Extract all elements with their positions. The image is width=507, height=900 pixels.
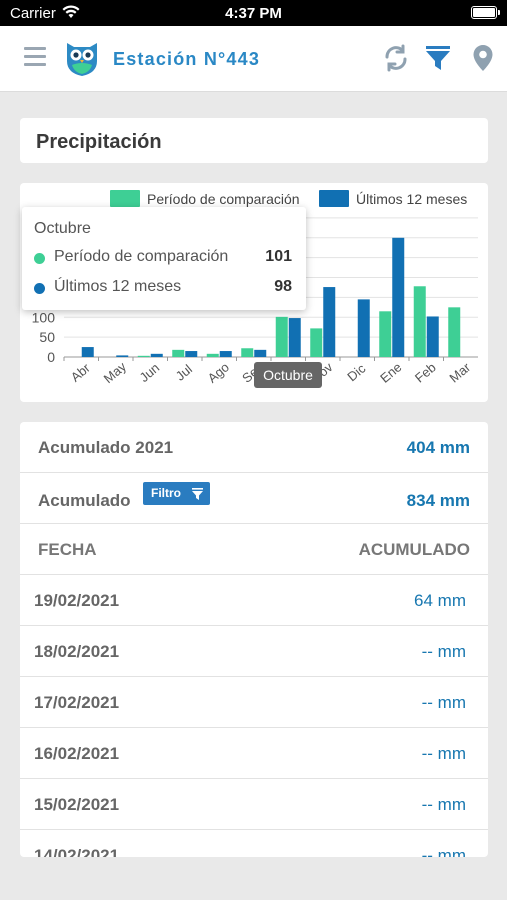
x-tick-label: May bbox=[101, 359, 130, 387]
column-header-value: ACUMULADO bbox=[358, 540, 470, 559]
table-row[interactable]: 17/02/2021 -- mm bbox=[20, 677, 488, 728]
bar-comparison bbox=[310, 328, 323, 357]
acumulado-label: Acumulado bbox=[38, 491, 131, 510]
status-bar: Carrier 4:37 PM bbox=[0, 0, 507, 26]
section-title: Precipitación bbox=[36, 131, 162, 153]
acumulado-value: 834 mm bbox=[406, 491, 470, 510]
bar-last12 bbox=[426, 316, 439, 357]
bar-last12 bbox=[254, 349, 267, 357]
tooltip-label: Últimos 12 meses bbox=[54, 278, 182, 295]
legend-swatch-comparison bbox=[110, 190, 140, 207]
clock: 4:37 PM bbox=[225, 5, 282, 22]
row-date: 17/02/2021 bbox=[34, 693, 120, 712]
row-date: 14/02/2021 bbox=[34, 846, 120, 857]
bar-last12 bbox=[150, 353, 163, 357]
row-value: -- mm bbox=[421, 642, 466, 661]
filter-badge-label: Filtro bbox=[151, 486, 181, 500]
bar-last12 bbox=[323, 287, 336, 357]
tooltip-title: Octubre bbox=[34, 220, 91, 237]
station-title: Estación N°443 bbox=[113, 49, 261, 69]
tooltip-label: Período de comparación bbox=[54, 248, 229, 265]
x-tick-label: Ago bbox=[205, 359, 232, 385]
x-tick-label: Ene bbox=[377, 359, 404, 385]
row-date: 19/02/2021 bbox=[34, 591, 120, 610]
bar-comparison bbox=[172, 349, 185, 357]
x-tick-label: Feb bbox=[412, 360, 439, 386]
row-value: -- mm bbox=[421, 693, 466, 712]
comparison-dot-icon bbox=[34, 253, 45, 264]
bar-comparison bbox=[275, 316, 288, 357]
bar-last12 bbox=[392, 237, 405, 357]
row-value: -- mm bbox=[421, 744, 466, 763]
table-header: FECHA ACUMULADO bbox=[20, 524, 488, 575]
filter-icon[interactable] bbox=[426, 44, 450, 77]
battery-icon bbox=[471, 6, 500, 19]
acumulado-year-value: 404 mm bbox=[406, 438, 470, 457]
table-row[interactable]: 14/02/2021 -- mm bbox=[20, 830, 488, 857]
y-tick-label: 100 bbox=[32, 309, 56, 325]
column-header-date: FECHA bbox=[38, 540, 97, 559]
axis-tooltip: Octubre bbox=[254, 362, 322, 388]
bar-last12 bbox=[116, 355, 129, 357]
row-value: 64 mm bbox=[414, 591, 466, 610]
bar-last12 bbox=[288, 318, 301, 357]
y-tick-label: 0 bbox=[47, 349, 55, 365]
bar-last12 bbox=[357, 299, 370, 357]
table-row[interactable]: 15/02/2021 -- mm bbox=[20, 779, 488, 830]
app-header: Estación N°443 bbox=[0, 26, 507, 92]
refresh-icon[interactable] bbox=[382, 44, 410, 77]
legend-label: Últimos 12 meses bbox=[356, 191, 467, 207]
tooltip-row-comparison: Período de comparación 101 bbox=[34, 248, 292, 270]
tooltip-row-last12: Últimos 12 meses 98 bbox=[34, 278, 292, 300]
x-tick-label: Jun bbox=[137, 360, 163, 385]
last12-dot-icon bbox=[34, 283, 45, 294]
row-date: 16/02/2021 bbox=[34, 744, 120, 763]
bar-comparison bbox=[448, 307, 461, 357]
table-row[interactable]: 19/02/2021 64 mm bbox=[20, 575, 488, 626]
x-tick-label: Dic bbox=[344, 360, 368, 384]
row-date: 15/02/2021 bbox=[34, 795, 120, 814]
row-value: -- mm bbox=[421, 795, 466, 814]
bar-comparison bbox=[241, 348, 254, 357]
bar-last12 bbox=[81, 347, 94, 357]
row-value: -- mm bbox=[421, 846, 466, 857]
bar-comparison bbox=[413, 286, 426, 357]
table-row[interactable]: 16/02/2021 -- mm bbox=[20, 728, 488, 779]
bar-comparison bbox=[206, 353, 219, 357]
acumulado-year-label: Acumulado 2021 bbox=[38, 438, 174, 457]
x-tick-label: Mar bbox=[446, 359, 473, 385]
bar-last12 bbox=[219, 351, 232, 357]
section-title-card: Precipitación bbox=[20, 118, 488, 163]
legend-label: Período de comparación bbox=[147, 191, 300, 207]
x-tick-label: Abr bbox=[68, 360, 94, 385]
accumulated-table: Acumulado 2021 404 mm Acumulado 834 mm F… bbox=[20, 422, 488, 857]
location-pin-icon[interactable] bbox=[472, 44, 494, 77]
legend-swatch-last12 bbox=[319, 190, 349, 207]
table-row[interactable]: 18/02/2021 -- mm bbox=[20, 626, 488, 677]
menu-icon[interactable] bbox=[24, 47, 46, 69]
y-tick-label: 50 bbox=[39, 329, 55, 345]
x-tick-label: Jul bbox=[173, 361, 195, 383]
chart-tooltip: Octubre Período de comparación 101 Últim… bbox=[22, 207, 306, 310]
bar-last12 bbox=[185, 351, 198, 357]
owl-logo-icon bbox=[64, 39, 100, 82]
tooltip-value: 101 bbox=[265, 248, 292, 265]
tooltip-value: 98 bbox=[274, 278, 292, 295]
acumulado-filter-row: Acumulado 834 mm bbox=[20, 473, 488, 524]
filter-icon bbox=[192, 488, 203, 500]
bar-comparison bbox=[137, 355, 150, 357]
filter-badge[interactable]: Filtro bbox=[143, 482, 210, 505]
bar-comparison bbox=[379, 311, 392, 357]
row-date: 18/02/2021 bbox=[34, 642, 120, 661]
acumulado-year-row: Acumulado 2021 404 mm bbox=[20, 422, 488, 473]
